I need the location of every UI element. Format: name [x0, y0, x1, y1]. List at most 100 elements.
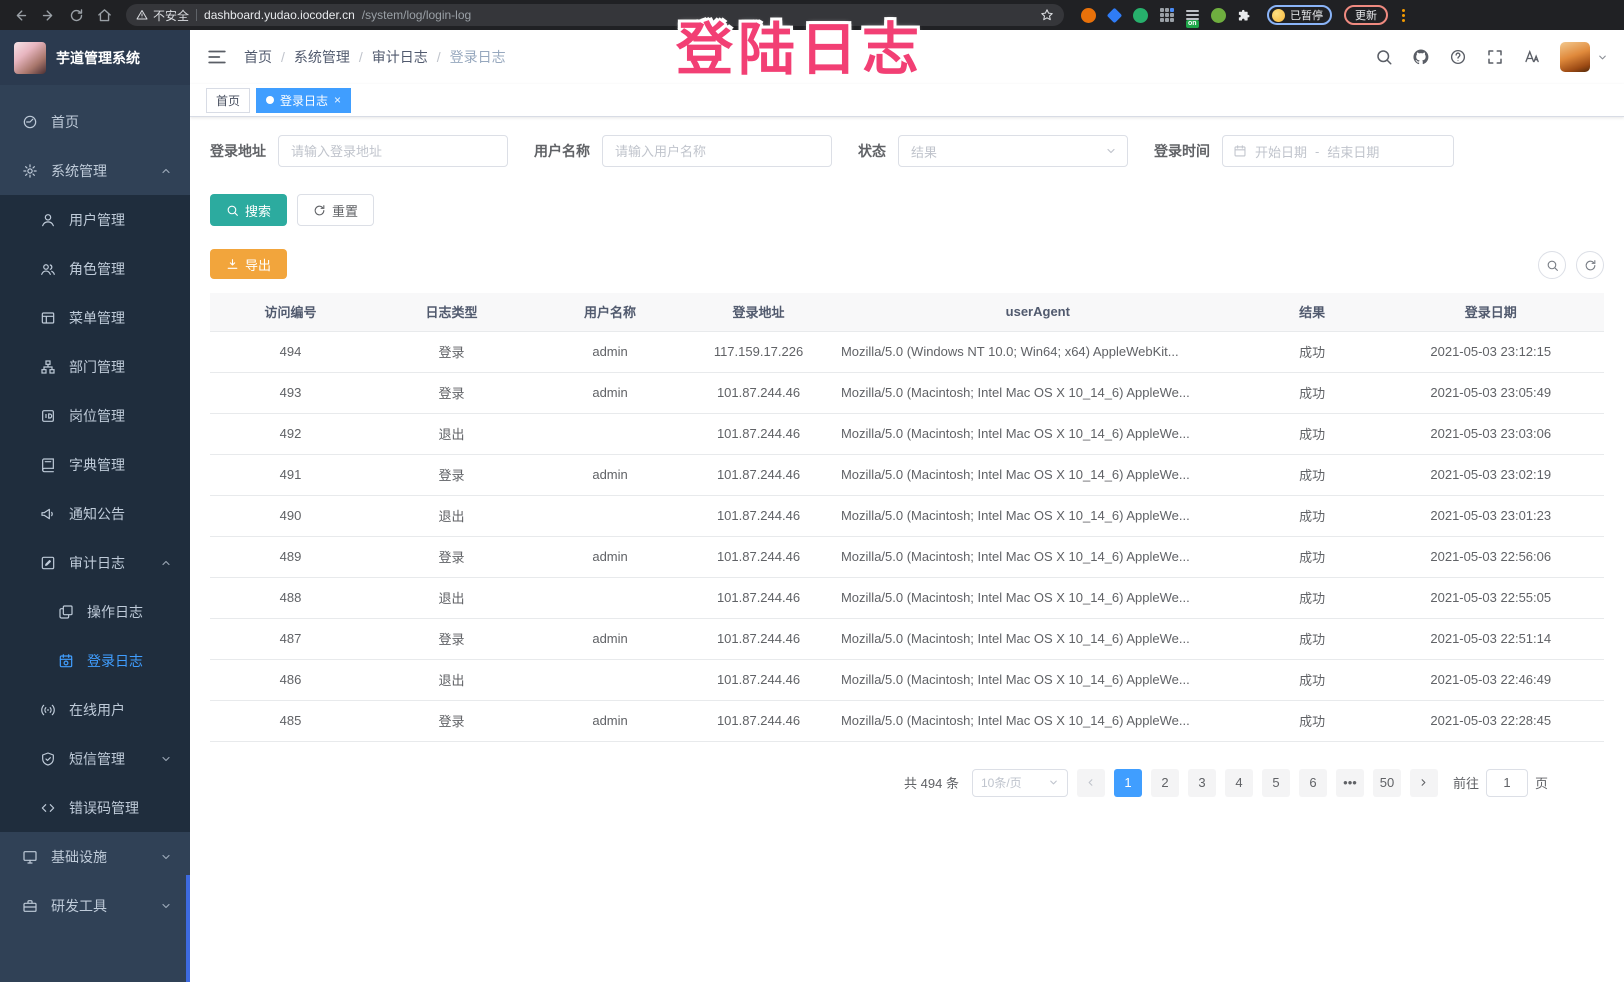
- page-button[interactable]: 6: [1299, 769, 1327, 797]
- github-icon[interactable]: [1412, 48, 1430, 66]
- username-input[interactable]: [602, 135, 832, 167]
- table-cell: 485: [210, 700, 371, 741]
- list-on-extension[interactable]: on: [1184, 7, 1201, 24]
- sidebar-scrollbar[interactable]: [186, 875, 190, 982]
- sidebar-item-menulist[interactable]: 菜单管理: [0, 293, 190, 342]
- fullscreen-icon[interactable]: [1486, 48, 1504, 66]
- table-cell: 登录: [371, 618, 532, 659]
- address-bar[interactable]: 不安全 dashboard.yudao.iocoder.cn/system/lo…: [126, 4, 1064, 26]
- export-button[interactable]: 导出: [210, 249, 287, 279]
- breadcrumb-item[interactable]: 首页: [244, 47, 272, 67]
- page-button[interactable]: 3: [1188, 769, 1216, 797]
- reset-button[interactable]: 重置: [297, 194, 374, 226]
- prev-page-button[interactable]: [1077, 769, 1105, 797]
- sidebar-item-tree[interactable]: 部门管理: [0, 342, 190, 391]
- table-cell: 成功: [1247, 700, 1378, 741]
- toggle-search-button[interactable]: [1538, 251, 1566, 279]
- page-button[interactable]: 50: [1373, 769, 1401, 797]
- address-separator: [196, 9, 197, 21]
- user-menu[interactable]: [1560, 42, 1608, 72]
- page-size-select[interactable]: 10条/页: [972, 769, 1068, 797]
- table-cell: 成功: [1247, 659, 1378, 700]
- login-time-range-picker[interactable]: 开始日期 - 结束日期: [1222, 135, 1454, 167]
- table-row: 492退出101.87.244.46Mozilla/5.0 (Macintosh…: [210, 413, 1604, 454]
- ember-extension[interactable]: [1080, 7, 1097, 24]
- security-indicator[interactable]: 不安全: [136, 7, 189, 24]
- sidebar-item-gear[interactable]: 系统管理: [0, 146, 190, 195]
- sidebar-item-edit[interactable]: 审计日志: [0, 538, 190, 587]
- sidebar-item-online[interactable]: 在线用户: [0, 685, 190, 734]
- table-body: 494登录admin117.159.17.226Mozilla/5.0 (Win…: [210, 331, 1604, 741]
- tag-close-icon[interactable]: ×: [334, 94, 341, 106]
- sidebar-item-dashboard[interactable]: 首页: [0, 97, 190, 146]
- goto-page-input[interactable]: [1486, 769, 1528, 797]
- sidebar-item-loginlog[interactable]: 登录日志: [0, 636, 190, 685]
- tag-item[interactable]: 首页: [206, 88, 250, 113]
- sidebar-item-code[interactable]: 错误码管理: [0, 783, 190, 832]
- table-row: 487登录admin101.87.244.46Mozilla/5.0 (Maci…: [210, 618, 1604, 659]
- page-button[interactable]: 5: [1262, 769, 1290, 797]
- heart-extension[interactable]: [1132, 7, 1149, 24]
- table-row: 488退出101.87.244.46Mozilla/5.0 (Macintosh…: [210, 577, 1604, 618]
- badge-icon: [40, 408, 56, 424]
- search-button[interactable]: 搜索: [210, 194, 287, 226]
- breadcrumb-separator: /: [437, 49, 441, 65]
- page-button[interactable]: 4: [1225, 769, 1253, 797]
- page-button[interactable]: 1: [1114, 769, 1142, 797]
- table-cell: 2021-05-03 23:12:15: [1378, 331, 1605, 372]
- browser-forward-button[interactable]: [36, 3, 60, 27]
- page-button[interactable]: 2: [1151, 769, 1179, 797]
- profile-paused-pill[interactable]: 已暂停: [1267, 5, 1332, 25]
- sidebar-item-book[interactable]: 字典管理: [0, 440, 190, 489]
- sidebar-item-docs[interactable]: 操作日志: [0, 587, 190, 636]
- table-cell: 493: [210, 372, 371, 413]
- sidebar-item-badge[interactable]: 岗位管理: [0, 391, 190, 440]
- table-cell: 101.87.244.46: [688, 700, 829, 741]
- help-icon[interactable]: [1449, 48, 1467, 66]
- breadcrumb-item[interactable]: 审计日志: [372, 47, 428, 67]
- page-ellipsis[interactable]: •••: [1336, 769, 1364, 797]
- sidebar-item-user[interactable]: 用户管理: [0, 195, 190, 244]
- grid-extension[interactable]: [1158, 7, 1175, 24]
- puzzle-extension[interactable]: [1236, 7, 1253, 24]
- status-select[interactable]: 结果: [898, 135, 1128, 167]
- browser-back-button[interactable]: [8, 3, 32, 27]
- sidebar-item-label: 错误码管理: [69, 798, 139, 818]
- tag-active[interactable]: 登录日志×: [256, 88, 351, 113]
- calendar-icon: [1233, 144, 1247, 158]
- security-label: 不安全: [153, 7, 189, 24]
- leaf-extension[interactable]: [1210, 7, 1227, 24]
- chevron-down-icon: [1105, 145, 1117, 157]
- monitor-icon: [22, 849, 38, 865]
- start-date-placeholder: 开始日期: [1255, 142, 1307, 161]
- refresh-icon: [1584, 259, 1597, 272]
- app-logo[interactable]: 芋道管理系统: [0, 30, 190, 85]
- sidebar-item-toolbox[interactable]: 研发工具: [0, 881, 190, 930]
- search-icon[interactable]: [1375, 48, 1393, 66]
- bookmark-star-icon[interactable]: [1040, 8, 1054, 22]
- gem-extension[interactable]: [1106, 7, 1123, 24]
- refresh-table-button[interactable]: [1576, 251, 1604, 279]
- address-input[interactable]: [278, 135, 508, 167]
- browser-home-button[interactable]: [92, 3, 116, 27]
- browser-toolbar: 不安全 dashboard.yudao.iocoder.cn/system/lo…: [0, 0, 1624, 30]
- font-size-icon[interactable]: [1523, 48, 1541, 66]
- search-button-label: 搜索: [245, 201, 271, 220]
- sidebar-item-users[interactable]: 角色管理: [0, 244, 190, 293]
- table-cell: Mozilla/5.0 (Macintosh; Intel Mac OS X 1…: [829, 659, 1247, 700]
- table-cell: 2021-05-03 22:56:06: [1378, 536, 1605, 577]
- hamburger-icon[interactable]: [206, 46, 228, 68]
- sidebar-item-label: 登录日志: [87, 651, 143, 671]
- update-label: 更新: [1355, 7, 1377, 23]
- table-row: 493登录admin101.87.244.46Mozilla/5.0 (Maci…: [210, 372, 1604, 413]
- next-page-button[interactable]: [1410, 769, 1438, 797]
- table-cell: [532, 495, 688, 536]
- browser-update-button[interactable]: 更新: [1344, 5, 1388, 25]
- sidebar-item-monitor[interactable]: 基础设施: [0, 832, 190, 881]
- sidebar-item-megaphone[interactable]: 通知公告: [0, 489, 190, 538]
- sidebar-item-shield[interactable]: 短信管理: [0, 734, 190, 783]
- browser-menu-icon[interactable]: [1398, 9, 1409, 22]
- breadcrumb-item[interactable]: 系统管理: [294, 47, 350, 67]
- sidebar: 芋道管理系统 首页系统管理用户管理角色管理菜单管理部门管理岗位管理字典管理通知公…: [0, 30, 190, 982]
- browser-reload-button[interactable]: [64, 3, 88, 27]
